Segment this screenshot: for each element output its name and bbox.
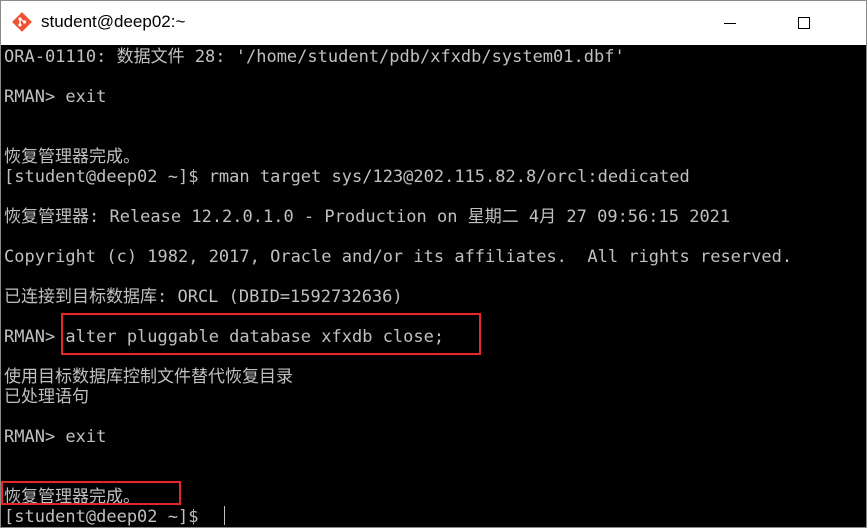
terminal-line: 已处理语句: [4, 387, 89, 407]
terminal-window: student@deep02:~ ORA-01110: 数据文件 28: '/h…: [0, 0, 867, 528]
terminal-line: RMAN> exit: [4, 427, 107, 447]
text-cursor: [224, 506, 225, 525]
title-bar[interactable]: student@deep02:~: [1, 1, 866, 45]
window-title: student@deep02:~: [41, 12, 186, 31]
git-bash-icon: [12, 12, 32, 32]
minimize-icon: [724, 22, 736, 24]
terminal-line: ORA-01110: 数据文件 28: '/home/student/pdb/x…: [4, 47, 625, 67]
terminal-line: [student@deep02 ~]$: [4, 507, 209, 527]
terminal-line: 恢复管理器完成。: [4, 147, 140, 167]
minimize-button[interactable]: [707, 1, 753, 45]
terminal-line: [student@deep02 ~]$ rman target sys/123@…: [4, 167, 690, 187]
terminal-line: 恢复管理器: Release 12.2.0.1.0 - Production o…: [4, 207, 731, 227]
terminal-line: Copyright (c) 1982, 2017, Oracle and/or …: [4, 247, 793, 267]
terminal-line: 已连接到目标数据库: ORCL (DBID=1592732636): [4, 287, 403, 307]
maximize-icon: [798, 17, 810, 29]
terminal-output[interactable]: ORA-01110: 数据文件 28: '/home/student/pdb/x…: [1, 45, 866, 527]
highlight-box-completion: [1, 481, 181, 505]
terminal-line: 使用目标数据库控制文件替代恢复目录: [4, 367, 293, 387]
terminal-line: RMAN> exit: [4, 87, 107, 107]
highlight-box-command: [61, 313, 481, 355]
maximize-button[interactable]: [781, 1, 827, 45]
